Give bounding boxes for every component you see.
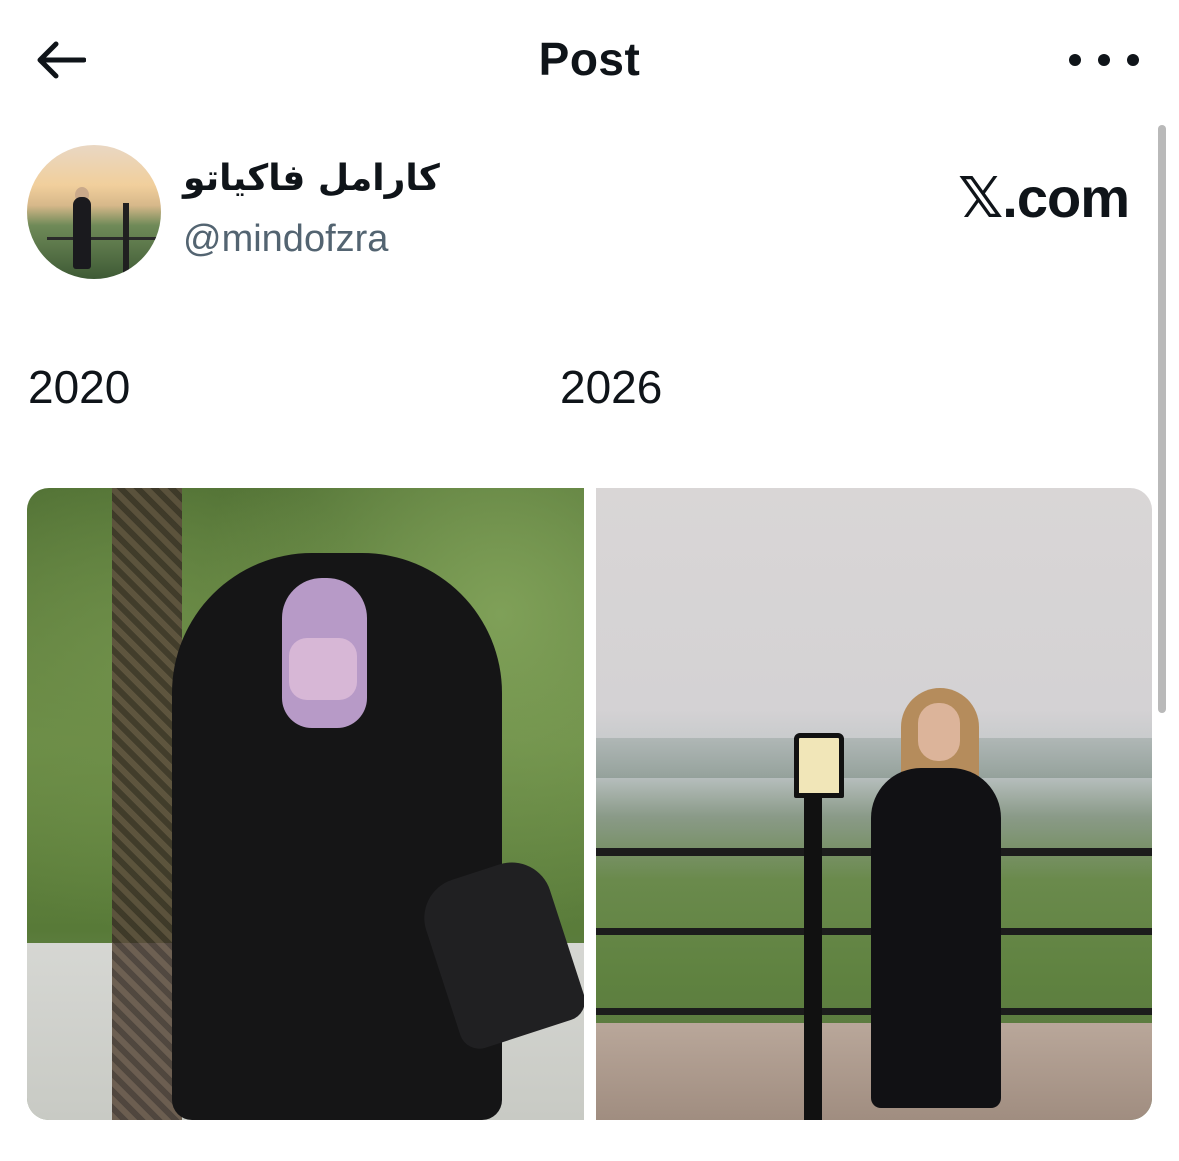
avatar-rail bbox=[47, 237, 157, 240]
avatar-pole bbox=[123, 203, 129, 273]
photo-lamp-post bbox=[804, 778, 822, 1120]
photo-2026[interactable] bbox=[596, 488, 1152, 1120]
more-options-button[interactable] bbox=[1069, 38, 1139, 82]
author-display-name[interactable]: كارامل فاكياتو bbox=[183, 158, 443, 199]
photo-2020[interactable] bbox=[27, 488, 584, 1120]
photo-face bbox=[918, 703, 960, 761]
photo-horizon bbox=[596, 738, 1152, 778]
more-dot bbox=[1098, 54, 1110, 66]
avatar[interactable] bbox=[27, 145, 161, 279]
more-dot bbox=[1127, 54, 1139, 66]
photo-face-mask bbox=[289, 638, 357, 700]
avatar-figure bbox=[73, 197, 91, 269]
page-title: Post bbox=[538, 33, 641, 85]
author-handle[interactable]: @mindofzra bbox=[183, 218, 388, 261]
scrollbar[interactable] bbox=[1158, 125, 1166, 713]
more-horizontal-icon bbox=[1069, 54, 1081, 66]
post-text-2026: 2026 bbox=[560, 361, 663, 413]
post-text-2020: 2020 bbox=[28, 361, 131, 413]
x-com-watermark: 𝕏.com bbox=[958, 166, 1130, 229]
photo-dress bbox=[871, 768, 1001, 1108]
photo-lamp bbox=[794, 733, 844, 798]
top-bar: Post bbox=[0, 0, 1179, 120]
